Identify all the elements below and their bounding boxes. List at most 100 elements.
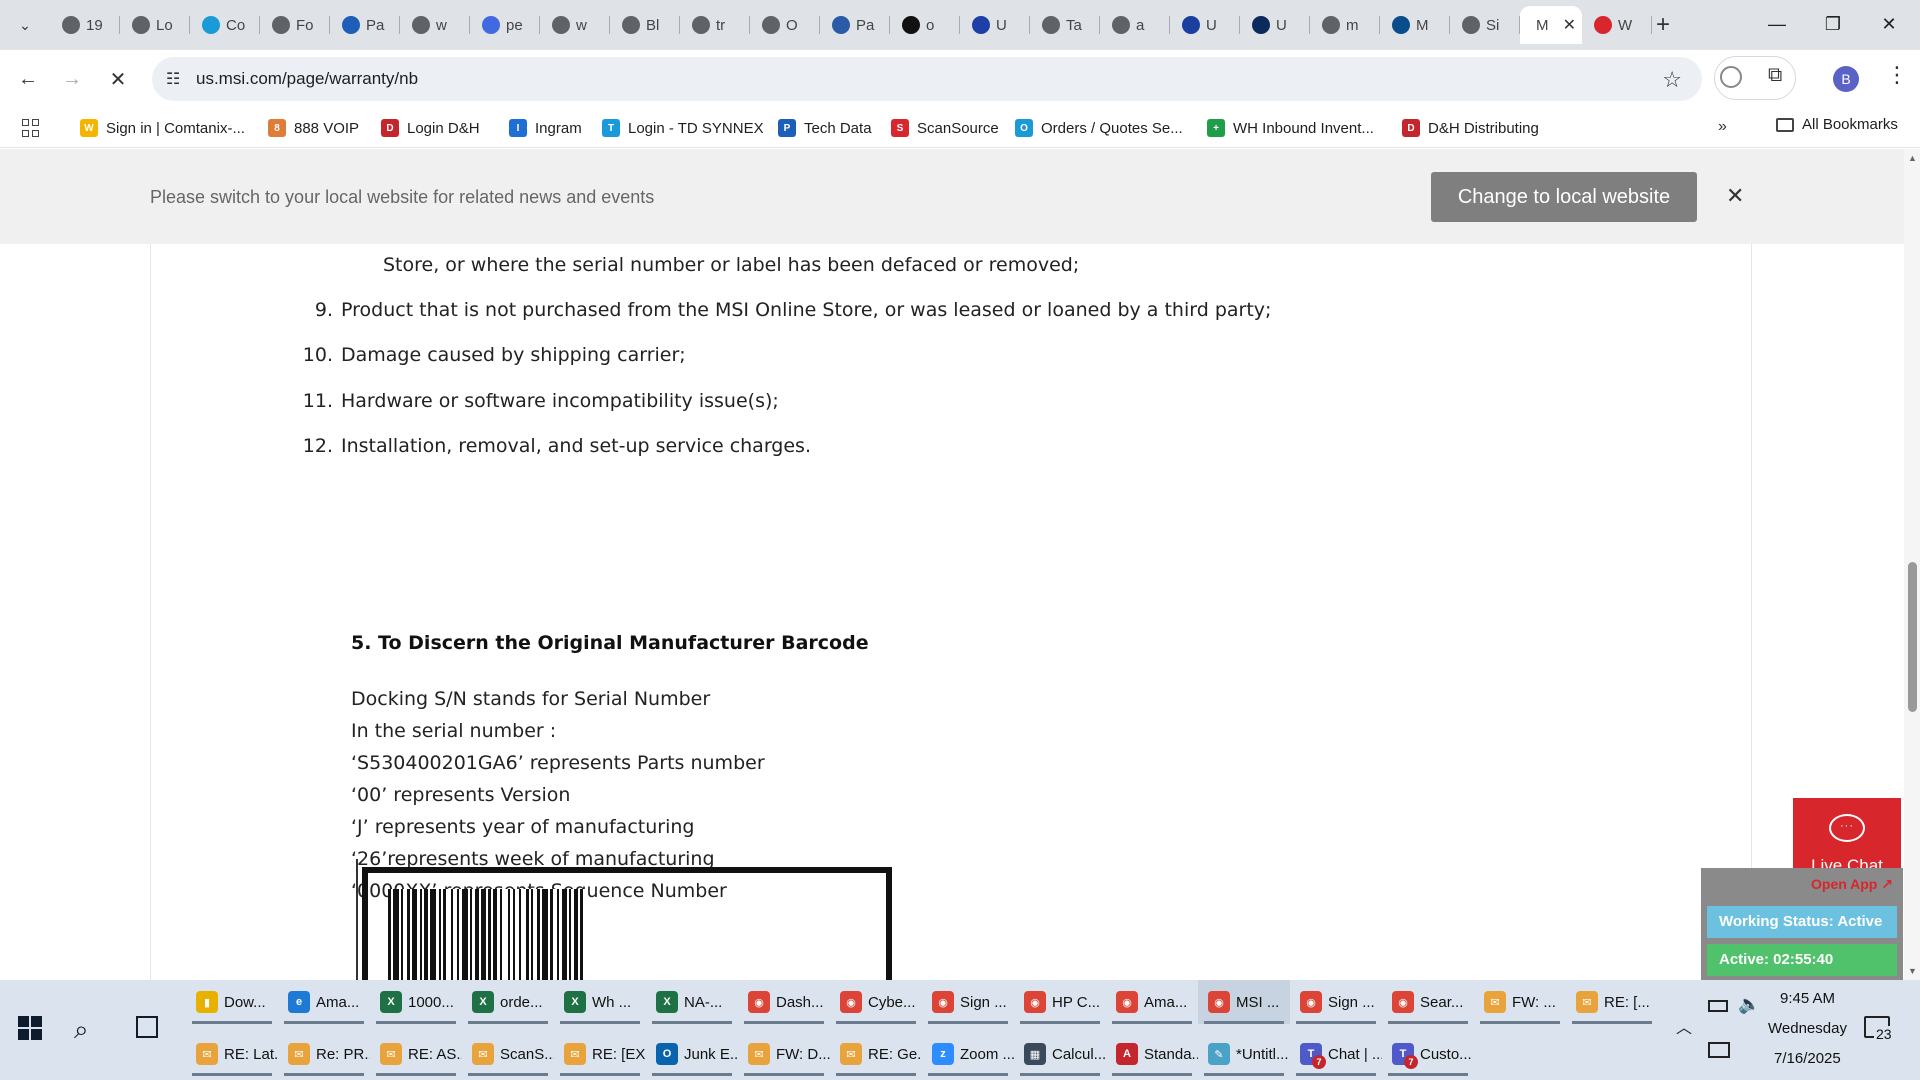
clock-day[interactable]: Wednesday [1768, 1020, 1847, 1037]
taskbar-app[interactable]: ◉ Ama... [1106, 980, 1198, 1024]
tab-18[interactable]: m [1310, 6, 1380, 44]
taskbar-app[interactable]: A Standa... [1106, 1032, 1198, 1076]
back-button[interactable]: ← [12, 63, 44, 95]
bookmark-item[interactable]: + WH Inbound Invent... [1207, 116, 1374, 140]
more-bookmarks-chevron-icon[interactable]: » [1718, 118, 1727, 136]
taskbar-app[interactable]: X Wh ... [554, 980, 646, 1024]
task-view-icon[interactable] [136, 1016, 158, 1038]
taskbar-app[interactable]: ✉ RE: AS... [370, 1032, 462, 1076]
volume-icon[interactable]: 🔈 [1738, 994, 1760, 1015]
all-bookmarks-button[interactable]: All Bookmarks [1776, 116, 1898, 133]
bookmark-item[interactable]: 8 888 VOIP [268, 116, 359, 140]
tab-11[interactable]: Pa [820, 6, 890, 44]
taskbar-app[interactable]: ✉ Re: PR... [278, 1032, 370, 1076]
tab-9[interactable]: tr [680, 6, 750, 44]
tab-13[interactable]: U [960, 6, 1030, 44]
scrollbar-thumb[interactable] [1908, 562, 1917, 712]
page-scrollbar[interactable]: ▲ ▼ [1904, 149, 1920, 980]
tab-1[interactable]: Lo [120, 6, 190, 44]
tab-15[interactable]: a [1100, 6, 1170, 44]
taskbar-app[interactable]: Xorde... [462, 980, 554, 1024]
taskbar-app[interactable]: T 7 Chat | ... [1290, 1032, 1382, 1076]
taskbar-app[interactable]: ◉ Dash... [738, 980, 830, 1024]
open-app-link[interactable]: Open App ↗ [1811, 876, 1893, 893]
taskbar-app[interactable]: X NA-... [646, 980, 738, 1024]
bookmark-item[interactable]: S ScanSource [891, 116, 999, 140]
apps-grid-icon[interactable] [22, 119, 40, 137]
scroll-down-arrow-icon[interactable]: ▼ [1908, 966, 1917, 976]
taskbar-app[interactable]: ✉ FW: D... [738, 1032, 830, 1076]
taskbar-app[interactable]: ✉ RE: Lat... [186, 1032, 278, 1076]
tab-12[interactable]: o [890, 6, 960, 44]
clock-date[interactable]: 7/16/2025 [1774, 1050, 1841, 1067]
minimize-button[interactable]: — [1754, 8, 1800, 40]
new-tab-button[interactable]: + [1648, 10, 1678, 40]
close-window-button[interactable]: ✕ [1866, 8, 1912, 40]
taskbar-app[interactable]: ✉ RE: [... [1566, 980, 1658, 1024]
start-button[interactable] [18, 1016, 42, 1040]
taskbar-app[interactable]: ◉ Cybe... [830, 980, 922, 1024]
scroll-up-arrow-icon[interactable]: ▲ [1908, 153, 1917, 163]
profile-avatar[interactable]: B [1833, 66, 1859, 92]
close-tab-icon[interactable]: ✕ [1563, 15, 1576, 35]
site-info-icon[interactable]: ☷ [166, 69, 180, 89]
tab-20[interactable]: Si [1450, 6, 1520, 44]
taskbar-app[interactable]: ✉ ScanS... [462, 1032, 554, 1076]
restore-button[interactable]: ❐ [1810, 8, 1856, 40]
taskbar-app[interactable]: T 7 Custo... [1382, 1032, 1474, 1076]
tab-21[interactable]: M ✕ [1520, 6, 1582, 44]
tab-7[interactable]: w [540, 6, 610, 44]
forward-button[interactable]: → [56, 63, 88, 95]
close-icon[interactable]: ✕ [1726, 183, 1744, 209]
change-to-local-website-button[interactable]: Change to local website [1431, 172, 1697, 222]
tab-3[interactable]: Fo [260, 6, 330, 44]
taskbar-app[interactable]: ◉ MSI ... [1198, 980, 1290, 1024]
taskbar-app[interactable]: ◉ Sign ... [1290, 980, 1382, 1024]
taskbar-app[interactable]: ◉ HP C... [1014, 980, 1106, 1024]
bookmark-item[interactable]: D D&H Distributing [1402, 116, 1539, 140]
tab-16[interactable]: U [1170, 6, 1240, 44]
network-icon[interactable] [1708, 1042, 1730, 1058]
taskbar-app[interactable]: ✉ RE: [EX... [554, 1032, 646, 1076]
clock-time[interactable]: 9:45 AM [1780, 990, 1835, 1007]
taskbar-app[interactable]: ✉ FW: ... [1474, 980, 1566, 1024]
taskbar-app[interactable]: e Ama... [278, 980, 370, 1024]
taskbar-app[interactable]: ◉ Sear... [1382, 980, 1474, 1024]
bookmark-item[interactable]: T Login - TD SYNNEX [602, 116, 764, 140]
taskbar-app[interactable]: z Zoom ... [922, 1032, 1014, 1076]
tab-0[interactable]: 19 [50, 6, 120, 44]
bookmark-item[interactable]: P Tech Data [778, 116, 872, 140]
show-hidden-icons-chevron-icon[interactable]: ︿ [1676, 1014, 1692, 1038]
tab-6[interactable]: pe [470, 6, 540, 44]
bookmark-item[interactable]: O Orders / Quotes Se... [1015, 116, 1183, 140]
address-bar[interactable]: ☷ us.msi.com/page/warranty/nb ☆ [152, 57, 1702, 101]
tab-5[interactable]: w [400, 6, 470, 44]
translate-globe-icon[interactable] [1720, 66, 1742, 88]
stop-loading-button[interactable]: ✕ [102, 63, 134, 95]
bookmark-item[interactable]: W Sign in | Comtanix-... [80, 116, 245, 140]
bookmark-star-icon[interactable]: ☆ [1662, 67, 1682, 93]
taskbar-app[interactable]: X 1000... [370, 980, 462, 1024]
battery-icon[interactable] [1708, 1000, 1728, 1012]
tab-10[interactable]: O [750, 6, 820, 44]
tab-2[interactable]: Co [190, 6, 260, 44]
tab-4[interactable]: Pa [330, 6, 400, 44]
extensions-puzzle-icon[interactable]: ⧉ [1768, 64, 1782, 87]
taskbar-app[interactable]: ▮ Dow... [186, 980, 278, 1024]
taskbar-app[interactable]: ◉ Sign ... [922, 980, 1014, 1024]
bookmark-item[interactable]: I Ingram [509, 116, 582, 140]
browser-menu-icon[interactable]: ⋮ [1886, 62, 1908, 88]
taskbar-app[interactable]: ▦ Calcul... [1014, 1032, 1106, 1076]
tab-8[interactable]: Bl [610, 6, 680, 44]
tab-19[interactable]: M [1380, 6, 1450, 44]
tab-search-button[interactable]: ⌄ [8, 10, 42, 40]
search-icon[interactable]: ⌕ [74, 1014, 89, 1046]
tab-22[interactable]: W [1582, 6, 1652, 44]
tab-14[interactable]: Ta [1030, 6, 1100, 44]
url-text[interactable]: us.msi.com/page/warranty/nb [196, 69, 418, 89]
taskbar-app[interactable]: ✉ RE: Ge... [830, 1032, 922, 1076]
taskbar-app[interactable]: O Junk E... [646, 1032, 738, 1076]
tab-17[interactable]: U [1240, 6, 1310, 44]
taskbar-app[interactable]: ✎ *Untitl... [1198, 1032, 1290, 1076]
bookmark-item[interactable]: D Login D&H [381, 116, 480, 140]
